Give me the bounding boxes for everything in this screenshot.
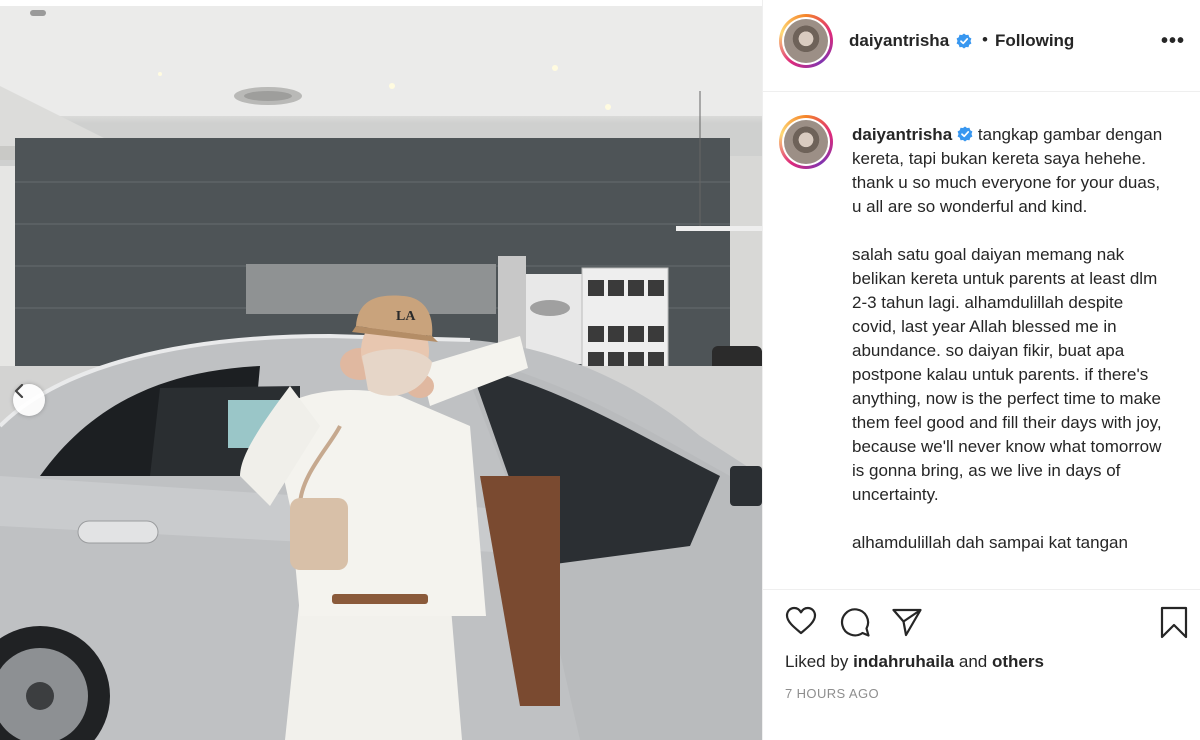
caption-text-3: alhamdulillah dah sampai kat tangan <box>852 533 1128 552</box>
verified-badge-icon <box>957 126 973 142</box>
showroom-car-scene: LA <box>0 6 762 740</box>
photo-corner-mark <box>30 10 46 16</box>
send-icon[interactable] <box>891 606 923 638</box>
caption-author-avatar[interactable] <box>779 115 833 169</box>
post-details-panel: daiyantrisha • Following ••• daiyantrish… <box>762 0 1200 740</box>
caption-text-2: salah satu goal daiyan memang nak belika… <box>852 245 1162 504</box>
comment-icon[interactable] <box>839 606 871 638</box>
likes-prefix: Liked by <box>785 652 849 671</box>
bookmark-icon[interactable] <box>1159 606 1189 640</box>
caption-username[interactable]: daiyantrisha <box>852 125 952 144</box>
liked-by-user[interactable]: indahruhaila <box>853 652 954 671</box>
heart-icon[interactable] <box>785 606 817 636</box>
post-caption: daiyantrisha tangkap gambar dengan keret… <box>852 123 1172 579</box>
post-header: daiyantrisha • Following ••• <box>763 0 1200 92</box>
author-username[interactable]: daiyantrisha <box>849 31 949 51</box>
post-actions <box>763 600 1200 648</box>
caption-scroll-area[interactable]: daiyantrisha tangkap gambar dengan keret… <box>763 93 1200 590</box>
likes-conjunction: and <box>958 652 988 671</box>
chevron-left-icon <box>14 384 24 398</box>
post-timestamp[interactable]: 7 HOURS AGO <box>785 686 879 701</box>
header-separator: • <box>982 30 988 49</box>
svg-text:LA: LA <box>396 309 416 324</box>
likes-summary: Liked by indahruhaila and others <box>785 652 1044 672</box>
post-photo[interactable]: LA <box>0 6 762 740</box>
author-avatar[interactable] <box>779 14 833 68</box>
previous-photo-button[interactable] <box>13 384 45 416</box>
more-options-button[interactable]: ••• <box>1161 30 1185 53</box>
verified-badge-icon <box>956 33 972 49</box>
likes-others-link[interactable]: others <box>992 652 1044 671</box>
following-button[interactable]: Following <box>995 31 1074 51</box>
